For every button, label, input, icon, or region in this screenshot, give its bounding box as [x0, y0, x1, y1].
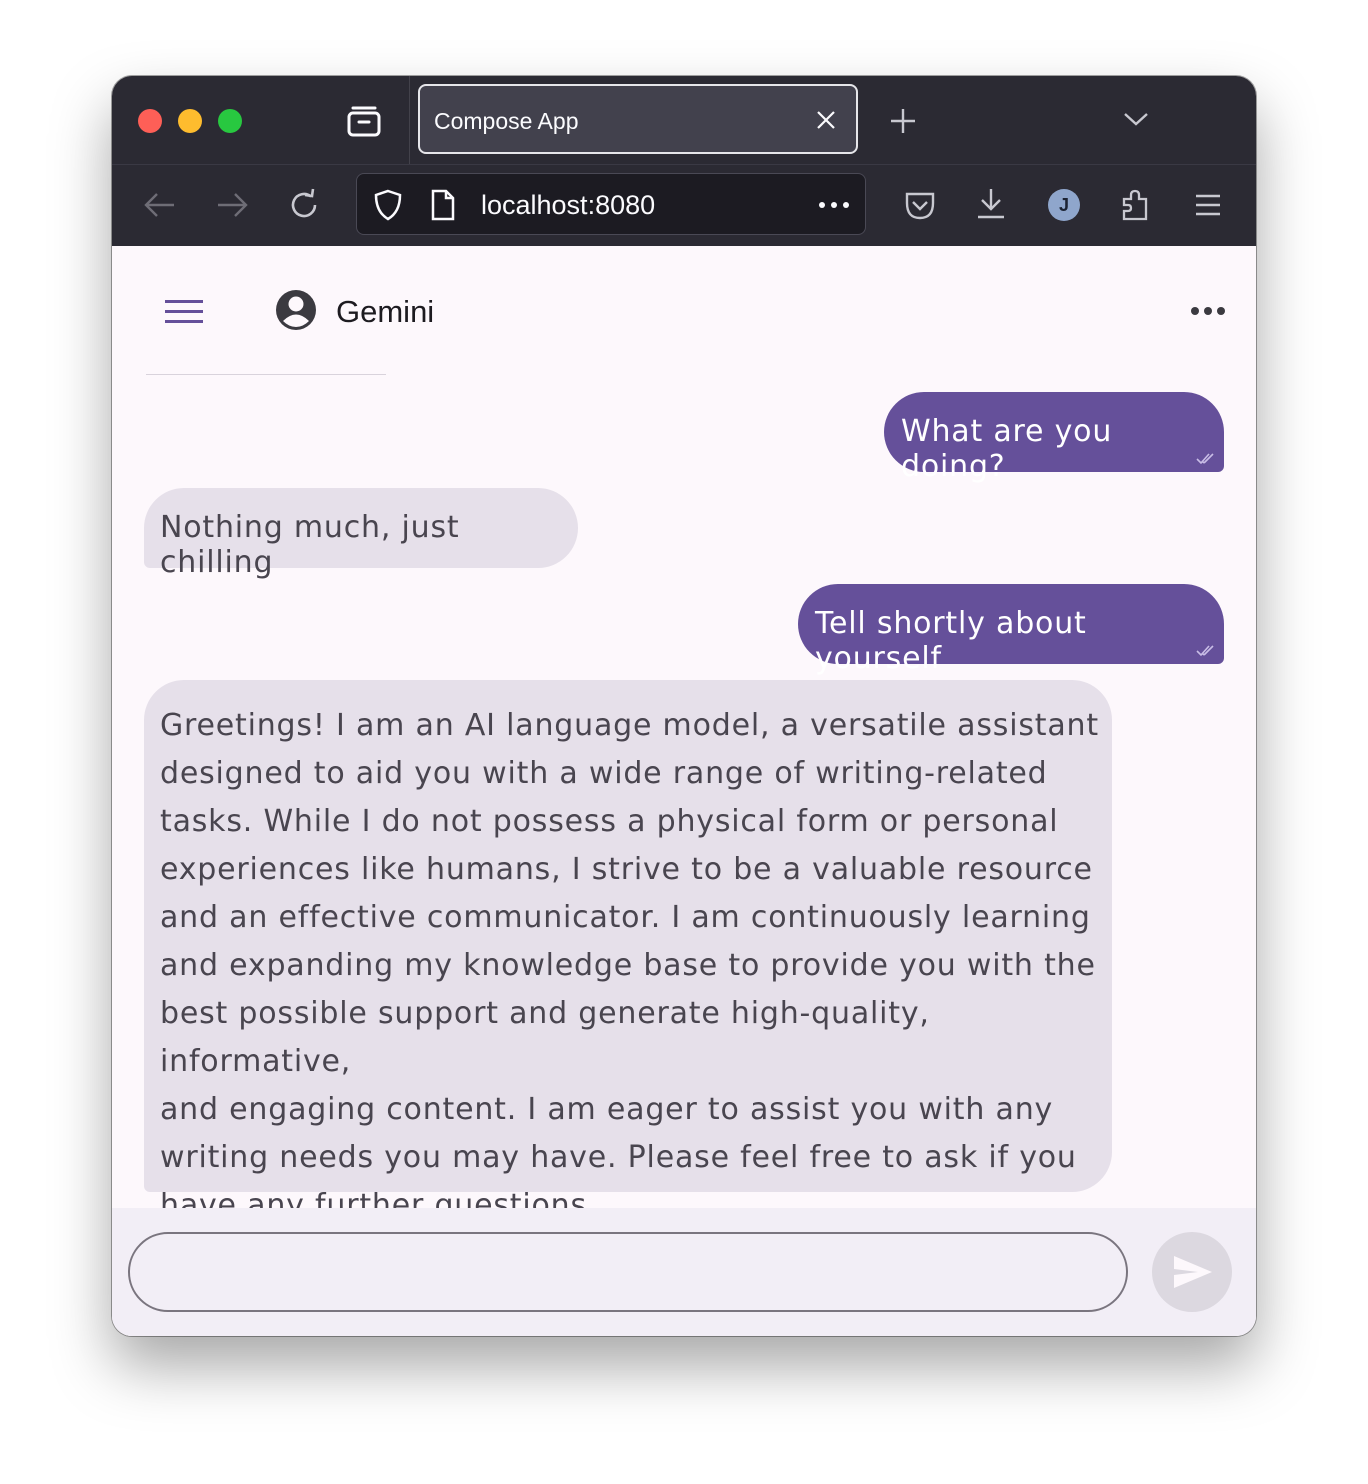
- app-menu-icon[interactable]: [1190, 187, 1226, 223]
- shield-icon[interactable]: [371, 188, 405, 222]
- tab-separator: [409, 76, 410, 164]
- app-title: Gemini: [336, 294, 435, 329]
- tab-tray-icon[interactable]: [344, 104, 384, 138]
- back-arrow-icon[interactable]: [142, 187, 178, 223]
- address-bar[interactable]: localhost:8080: [356, 173, 866, 235]
- message-line: best possible support and generate high-…: [160, 996, 930, 1079]
- browser-window: Compose App localhost:8080 J Gemini What…: [112, 76, 1256, 1336]
- message-line: experiences like humans, I strive to be …: [160, 852, 1093, 887]
- close-window-button[interactable]: [138, 109, 162, 133]
- app-bar-divider: [146, 374, 386, 375]
- message-input[interactable]: [128, 1232, 1128, 1312]
- message-line: designed to aid you with a wide range of…: [160, 756, 1048, 791]
- message-text: What are you doing?: [901, 414, 1113, 484]
- message-bubble-user: What are you doing?: [884, 392, 1224, 484]
- tab-compose-app[interactable]: Compose App: [418, 84, 858, 154]
- more-horizontal-icon[interactable]: [1186, 296, 1230, 326]
- message-line: writing needs you may have. Please feel …: [160, 1140, 1077, 1175]
- send-button[interactable]: [1152, 1232, 1232, 1312]
- double-check-icon: [1196, 453, 1214, 465]
- navigation-toolbar: localhost:8080 J: [112, 164, 1256, 247]
- message-bubble-bot: Greetings! I am an AI language model, a …: [144, 680, 1112, 1223]
- page-icon: [431, 189, 455, 221]
- extensions-icon[interactable]: [1118, 187, 1154, 223]
- message-bubble-user: Tell shortly about yourself: [798, 584, 1224, 676]
- reload-icon[interactable]: [286, 187, 322, 223]
- tab-strip: Compose App: [112, 76, 1256, 164]
- pocket-icon[interactable]: [902, 187, 938, 223]
- message-line: tasks. While I do not possess a physical…: [160, 804, 1059, 839]
- hamburger-menu-icon[interactable]: [162, 290, 206, 334]
- zoom-window-button[interactable]: [218, 109, 242, 133]
- close-icon[interactable]: [814, 108, 838, 132]
- message-line: and an effective communicator. I am cont…: [160, 900, 1091, 935]
- message-text: Tell shortly about yourself: [815, 606, 1087, 676]
- download-icon[interactable]: [973, 185, 1009, 221]
- double-check-icon: [1196, 645, 1214, 657]
- app-content: Gemini What are you doing? Nothing much,…: [112, 246, 1256, 1336]
- chevron-down-icon[interactable]: [1122, 108, 1150, 130]
- url-text[interactable]: localhost:8080: [481, 190, 655, 221]
- plus-icon[interactable]: [888, 106, 918, 136]
- tab-title: Compose App: [434, 108, 579, 134]
- profile-avatar[interactable]: J: [1048, 189, 1080, 221]
- top-app-bar: Gemini: [112, 246, 1256, 376]
- message-line: and engaging content. I am eager to assi…: [160, 1092, 1054, 1127]
- page-actions-icon[interactable]: [817, 198, 851, 212]
- minimize-window-button[interactable]: [178, 109, 202, 133]
- account-circle-icon: [276, 290, 316, 330]
- message-line: and expanding my knowledge base to provi…: [160, 948, 1096, 983]
- message-line: Greetings! I am an AI language model, a …: [160, 708, 1099, 743]
- forward-arrow-icon[interactable]: [214, 187, 250, 223]
- composer-bar: [112, 1208, 1256, 1336]
- send-icon: [1174, 1256, 1212, 1288]
- message-bubble-bot: Nothing much, just chilling: [144, 488, 578, 580]
- message-text: Nothing much, just chilling: [160, 510, 460, 580]
